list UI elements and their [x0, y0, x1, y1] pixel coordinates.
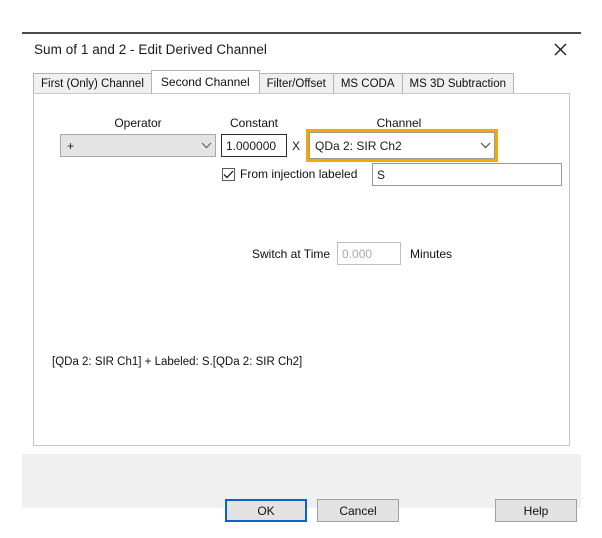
dialog-titlebar: Sum of 1 and 2 - Edit Derived Channel: [22, 34, 581, 65]
operator-dropdown[interactable]: +: [60, 134, 216, 157]
switch-at-time-value: 0.000: [342, 246, 373, 261]
tab-ms-coda[interactable]: MS CODA: [332, 73, 403, 93]
switch-at-time-units: Minutes: [410, 246, 453, 261]
formula-preview: [QDa 2: SIR Ch1] + Labeled: S.[QDa 2: SI…: [52, 356, 303, 368]
second-channel-panel: Operator Constant Channel + 1.000000 X Q…: [33, 93, 570, 446]
close-icon[interactable]: [545, 36, 575, 62]
constant-value: 1.000000: [226, 138, 277, 153]
switch-at-time-label: Switch at Time: [252, 246, 331, 261]
multiply-symbol: X: [292, 139, 301, 153]
tab-first-only-channel[interactable]: First (Only) Channel: [33, 73, 152, 93]
tab-ms-3d-subtraction[interactable]: MS 3D Subtraction: [401, 73, 515, 93]
switch-at-time-input[interactable]: 0.000: [337, 242, 402, 265]
switch-at-time-row: Switch at Time 0.000 Minutes: [252, 242, 452, 265]
channel-value: QDa 2: SIR Ch2: [315, 138, 402, 153]
constant-column-header: Constant: [229, 116, 279, 130]
from-injection-checkbox[interactable]: [222, 167, 235, 181]
chevron-down-icon: [476, 142, 494, 149]
injection-label-value: S: [377, 167, 386, 182]
tab-strip: First (Only) Channel Second Channel Filt…: [33, 70, 570, 93]
chevron-down-icon: [197, 142, 215, 149]
dialog-footer: OK Cancel Help: [22, 454, 581, 522]
injection-label-input[interactable]: S: [372, 163, 562, 186]
help-button[interactable]: Help: [495, 499, 577, 522]
operator-value: +: [67, 138, 75, 153]
cancel-button[interactable]: Cancel: [317, 499, 399, 522]
ok-button[interactable]: OK: [225, 499, 307, 522]
constant-input[interactable]: 1.000000: [221, 134, 287, 157]
channel-column-header: Channel: [376, 116, 422, 130]
screenshot-root: Sum of 1 and 2 - Edit Derived Channel Fi…: [0, 0, 602, 538]
from-injection-checkbox-row[interactable]: From injection labeled: [222, 167, 357, 181]
operator-column-header: Operator: [114, 116, 162, 130]
from-injection-label: From injection labeled: [240, 167, 358, 181]
dialog-title: Sum of 1 and 2 - Edit Derived Channel: [34, 42, 267, 57]
edit-derived-channel-dialog: Sum of 1 and 2 - Edit Derived Channel Fi…: [22, 32, 581, 522]
channel-dropdown[interactable]: QDa 2: SIR Ch2: [309, 132, 495, 159]
channel-dropdown-highlight: QDa 2: SIR Ch2: [306, 129, 498, 162]
tab-filter-offset[interactable]: Filter/Offset: [258, 73, 334, 93]
tab-second-channel[interactable]: Second Channel: [150, 70, 260, 93]
